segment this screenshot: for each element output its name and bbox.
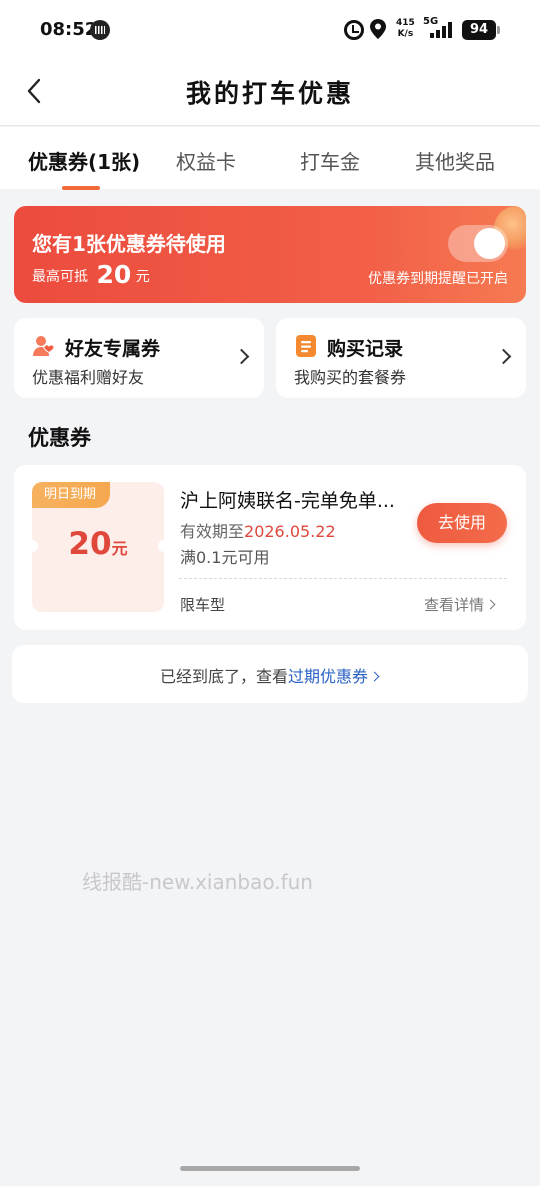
entry-subtitle: 我购买的套餐券	[294, 368, 407, 387]
coupon-validity: 有效期至2026.05.22	[180, 518, 336, 542]
end-of-list-text: 已经到底了，查看过期优惠券	[12, 663, 528, 687]
network-speed-unit: K/s	[397, 29, 414, 39]
record-list-icon	[296, 335, 316, 357]
chevron-right-icon	[233, 348, 250, 365]
chevron-right-icon	[485, 599, 496, 610]
end-of-list-label: 已经到底了，查看	[159, 667, 288, 686]
location-icon	[370, 19, 386, 39]
active-tab-indicator	[62, 186, 100, 190]
coupon-amount-unit: 元	[111, 539, 128, 558]
purchase-record-entry[interactable]: 购买记录 我购买的套餐券	[276, 318, 526, 398]
coupon-condition: 满0.1元可用	[180, 548, 270, 567]
coupon-ticket: 明日到期 20元	[26, 482, 170, 612]
coupon-amount: 20元	[32, 526, 164, 562]
alarm-icon	[344, 20, 364, 40]
network-speed: 415 K/s	[396, 18, 415, 40]
status-time: 08:52	[40, 19, 98, 40]
validity-prefix: 有效期至	[180, 522, 245, 541]
tab-benefit-cards[interactable]: 权益卡	[176, 146, 236, 175]
validity-date: 2026.05.22	[244, 522, 336, 541]
home-indicator[interactable]	[180, 1166, 360, 1171]
watermark: 线报酷-new.xianbao.fun	[82, 870, 313, 894]
coupon-amount-value: 20	[68, 526, 112, 562]
nav-bar: 我的打车优惠	[0, 60, 540, 126]
page-title: 我的打车优惠	[185, 79, 354, 108]
status-bar: 08:52 415 K/s 5G 94	[0, 0, 540, 60]
coupon-name: 沪上阿姨联名-完单免单...	[180, 490, 395, 512]
view-details-link[interactable]: 查看详情	[424, 594, 496, 615]
expiry-badge: 明日到期	[32, 482, 111, 508]
view-details-label: 查看详情	[424, 596, 485, 614]
section-title: 优惠券	[28, 426, 91, 450]
banner-title: 您有1张优惠券待使用	[32, 232, 226, 256]
banner-sub-prefix: 最高可抵	[32, 269, 88, 285]
banner-amount: 20	[96, 260, 132, 289]
expired-coupons-label: 过期优惠券	[287, 667, 368, 686]
chevron-right-icon	[369, 671, 380, 682]
sound-recording-icon	[90, 20, 110, 40]
banner-max-discount: 最高可抵 20 元	[32, 260, 150, 289]
coupon-restriction: 限车型	[180, 596, 226, 614]
coupon-summary-banner: 您有1张优惠券待使用 最高可抵 20 元 优惠券到期提醒已开启	[14, 206, 526, 303]
tab-ride-credit[interactable]: 打车金	[300, 146, 360, 175]
tab-bar: 优惠券(1张) 权益卡 打车金 其他奖品	[0, 127, 540, 190]
network-speed-value: 415	[396, 18, 415, 28]
friend-coupon-entry[interactable]: 好友专属券 优惠福利赠好友	[14, 318, 264, 398]
tab-other-prizes[interactable]: 其他奖品	[415, 146, 495, 175]
expired-coupons-link[interactable]: 过期优惠券	[288, 667, 380, 686]
friend-heart-icon	[33, 336, 55, 356]
entry-title: 好友专属券	[65, 338, 161, 360]
divider	[179, 578, 507, 579]
banner-unit: 元	[135, 269, 150, 285]
entry-title: 购买记录	[327, 338, 404, 360]
expiry-reminder-toggle[interactable]	[448, 225, 508, 262]
toggle-knob	[474, 228, 505, 259]
battery-icon: 94	[462, 20, 496, 40]
entry-subtitle: 优惠福利赠好友	[32, 368, 145, 387]
tab-coupons[interactable]: 优惠券(1张)	[28, 146, 140, 175]
use-coupon-button[interactable]: 去使用	[417, 503, 507, 543]
signal-strength-icon	[430, 22, 454, 38]
reminder-status: 优惠券到期提醒已开启	[368, 271, 508, 287]
chevron-right-icon	[495, 348, 512, 365]
battery-tip	[497, 26, 500, 34]
